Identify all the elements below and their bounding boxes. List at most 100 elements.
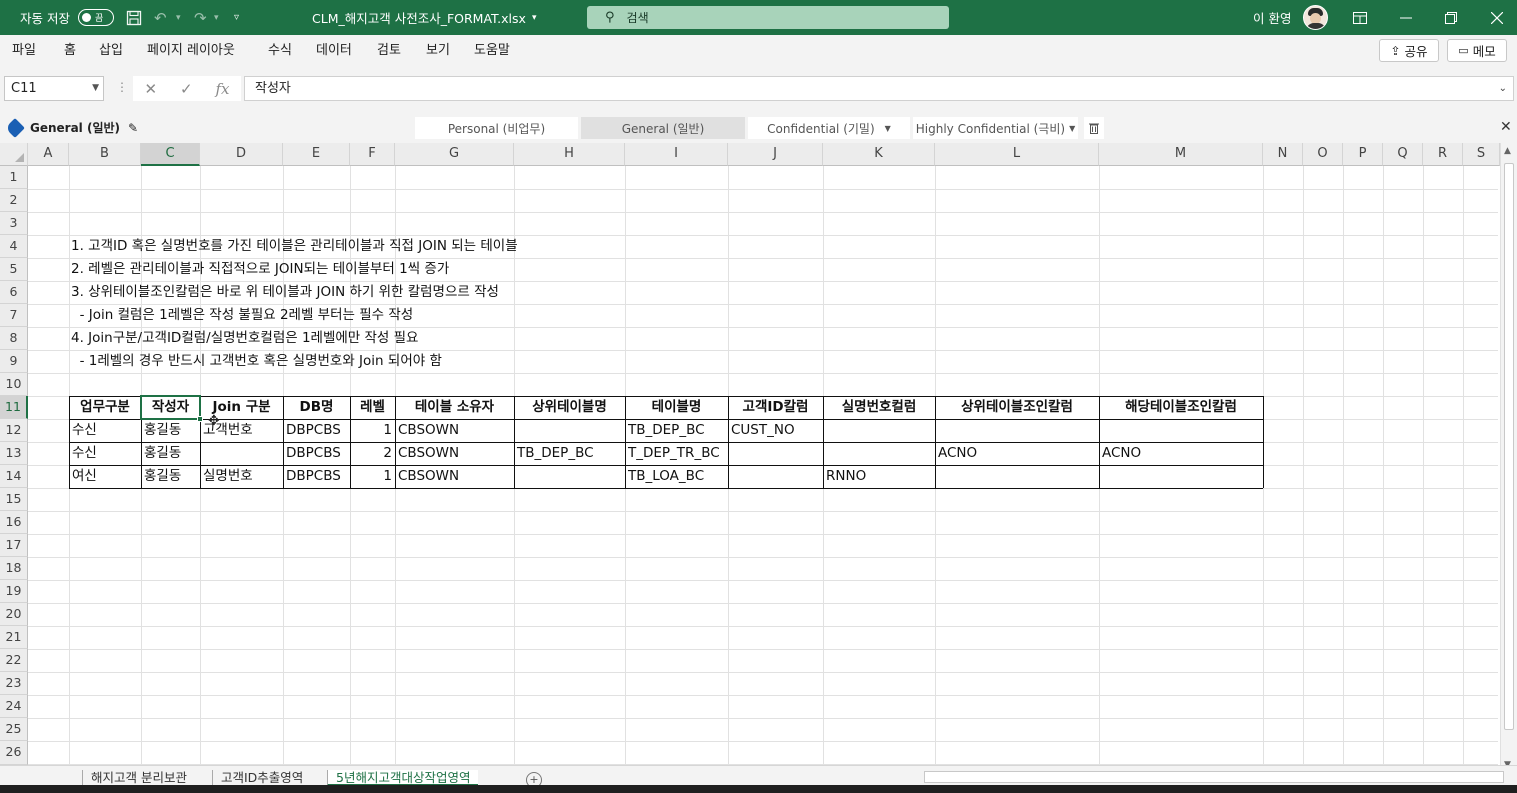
table-cell[interactable]: ACNO	[1099, 442, 1141, 464]
row-header-24[interactable]: 24	[0, 695, 28, 718]
enter-icon[interactable]: ✓	[180, 80, 193, 98]
column-header-n[interactable]: N	[1263, 143, 1303, 166]
menu-insert[interactable]: 삽입	[99, 35, 123, 66]
menu-help[interactable]: 도움말	[474, 35, 510, 66]
column-header-g[interactable]: G	[395, 143, 514, 166]
row-header-18[interactable]: 18	[0, 557, 28, 580]
row-header-3[interactable]: 3	[0, 212, 28, 235]
minimize-icon[interactable]	[1400, 0, 1412, 35]
note-line-3[interactable]: 3. 상위테이블조인칼럼은 바로 위 테이블과 JOIN 하기 위한 칼럼명으르…	[71, 281, 499, 304]
note-line-6[interactable]: - 1레벨의 경우 반드시 고객번호 혹은 실명번호와 Join 되어야 함	[71, 350, 442, 373]
edit-pencil-icon[interactable]: ✎	[128, 121, 138, 135]
row-header-11[interactable]: 11	[0, 396, 28, 419]
delete-label-icon[interactable]	[1084, 117, 1104, 139]
column-header-p[interactable]: P	[1343, 143, 1383, 166]
column-header-l[interactable]: L	[935, 143, 1099, 166]
column-header-k[interactable]: K	[823, 143, 935, 166]
menu-data[interactable]: 데이터	[316, 35, 352, 66]
column-header-f[interactable]: F	[350, 143, 395, 166]
column-header-b[interactable]: B	[69, 143, 141, 166]
row-header-20[interactable]: 20	[0, 603, 28, 626]
table-cell[interactable]: DBPCBS	[283, 419, 341, 441]
horizontal-scrollbar[interactable]	[924, 771, 1504, 783]
table-cell[interactable]: 2	[350, 442, 395, 464]
column-header-i[interactable]: I	[625, 143, 728, 166]
table-cell[interactable]: 여신	[69, 465, 97, 487]
user-avatar[interactable]	[1303, 5, 1328, 30]
table-header-cell[interactable]: 고객ID칼럼	[728, 396, 823, 418]
ribbon-display-icon[interactable]	[1353, 0, 1367, 35]
table-header-cell[interactable]: 테이블 소유자	[395, 396, 514, 418]
share-button[interactable]: ⇪ 공유	[1379, 39, 1439, 62]
row-header-7[interactable]: 7	[0, 304, 28, 327]
formula-input[interactable]: 작성자 ⌄	[244, 76, 1514, 101]
row-header-26[interactable]: 26	[0, 741, 28, 765]
column-header-a[interactable]: A	[28, 143, 69, 166]
cancel-icon[interactable]: ✕	[144, 80, 157, 98]
table-cell[interactable]: T_DEP_TR_BC	[625, 442, 720, 464]
spreadsheet-grid[interactable]: A B C D E F G H I J K L M N O P Q R S 1 …	[0, 143, 1517, 765]
scrollbar-thumb[interactable]	[1504, 163, 1514, 730]
note-line-2[interactable]: 2. 레벨은 관리테이블과 직접적으로 JOIN되는 테이블부터 1씩 증가	[71, 258, 449, 281]
autosave-toggle[interactable]: 끔	[78, 0, 114, 35]
redo-icon[interactable]: ↷	[194, 0, 207, 35]
row-header-19[interactable]: 19	[0, 580, 28, 603]
table-header-cell[interactable]: 실명번호컬럼	[823, 396, 935, 418]
restore-icon[interactable]	[1445, 0, 1457, 35]
row-header-2[interactable]: 2	[0, 189, 28, 212]
column-header-r[interactable]: R	[1423, 143, 1463, 166]
table-header-cell[interactable]: 상위테이블조인칼럼	[935, 396, 1099, 418]
table-cell[interactable]: 홍길동	[141, 419, 181, 441]
table-cell[interactable]: 홍길동	[141, 442, 181, 464]
table-cell[interactable]: TB_DEP_BC	[514, 442, 594, 464]
row-header-10[interactable]: 10	[0, 373, 28, 396]
name-box-dropdown-icon[interactable]: ▼	[92, 77, 99, 100]
column-header-q[interactable]: Q	[1383, 143, 1423, 166]
table-cell[interactable]: TB_LOA_BC	[625, 465, 704, 487]
note-line-5[interactable]: 4. Join구분/고객ID컬럼/실명번호컬럼은 1레벨에만 작성 필요	[71, 327, 418, 350]
table-cell[interactable]: 실명번호	[200, 465, 253, 487]
add-sheet-icon[interactable]: +	[526, 772, 542, 785]
menu-view[interactable]: 보기	[426, 35, 450, 66]
search-box[interactable]: ⚲ 검색	[587, 6, 949, 29]
row-header-16[interactable]: 16	[0, 511, 28, 534]
sensitivity-confidential[interactable]: Confidential (기밀) ▼	[748, 117, 910, 139]
table-cell[interactable]: CUST_NO	[728, 419, 795, 441]
save-icon[interactable]	[126, 0, 142, 35]
row-header-15[interactable]: 15	[0, 488, 28, 511]
table-cell[interactable]: ACNO	[935, 442, 977, 464]
table-cell[interactable]: 1	[350, 419, 395, 441]
menu-page-layout[interactable]: 페이지 레이아웃	[147, 35, 235, 66]
note-line-4[interactable]: - Join 컬럼은 1레벨은 작성 불필요 2레벨 부터는 필수 작성	[71, 304, 414, 327]
menu-formulas[interactable]: 수식	[268, 35, 292, 66]
customize-toolbar-icon[interactable]: ▿	[234, 0, 239, 35]
sensitivity-highly-confidential[interactable]: Highly Confidential (극비) ▼	[913, 117, 1078, 139]
table-cell[interactable]: RNNO	[823, 465, 866, 487]
expand-formula-bar-icon[interactable]: ⌄	[1499, 77, 1507, 100]
table-cell[interactable]: DBPCBS	[283, 465, 341, 487]
row-header-12[interactable]: 12	[0, 419, 28, 442]
row-header-22[interactable]: 22	[0, 649, 28, 672]
menu-home[interactable]: 홈	[64, 35, 76, 66]
row-header-8[interactable]: 8	[0, 327, 28, 350]
comments-button[interactable]: ▭ 메모	[1447, 39, 1507, 62]
table-cell[interactable]: CBSOWN	[395, 442, 459, 464]
undo-icon[interactable]: ↶	[154, 0, 167, 35]
row-header-1[interactable]: 1	[0, 166, 28, 189]
select-all-button[interactable]	[0, 143, 28, 166]
row-header-14[interactable]: 14	[0, 465, 28, 488]
table-header-cell[interactable]: 레벨	[350, 396, 395, 418]
row-header-5[interactable]: 5	[0, 258, 28, 281]
row-header-23[interactable]: 23	[0, 672, 28, 695]
table-cell[interactable]: TB_DEP_BC	[625, 419, 705, 441]
table-cell[interactable]: 홍길동	[141, 465, 181, 487]
row-header-25[interactable]: 25	[0, 718, 28, 741]
name-box[interactable]: C11 ▼	[4, 76, 104, 101]
sensitivity-current[interactable]: General (일반) ✎	[5, 117, 138, 138]
sheet-tab[interactable]: 고객ID추출영역	[212, 770, 311, 785]
close-sensitivity-bar-icon[interactable]: ✕	[1500, 119, 1512, 135]
menu-file[interactable]: 파일	[12, 35, 36, 66]
menu-review[interactable]: 검토	[377, 35, 401, 66]
column-header-o[interactable]: O	[1303, 143, 1343, 166]
redo-dropdown-icon[interactable]: ▾	[214, 0, 219, 35]
